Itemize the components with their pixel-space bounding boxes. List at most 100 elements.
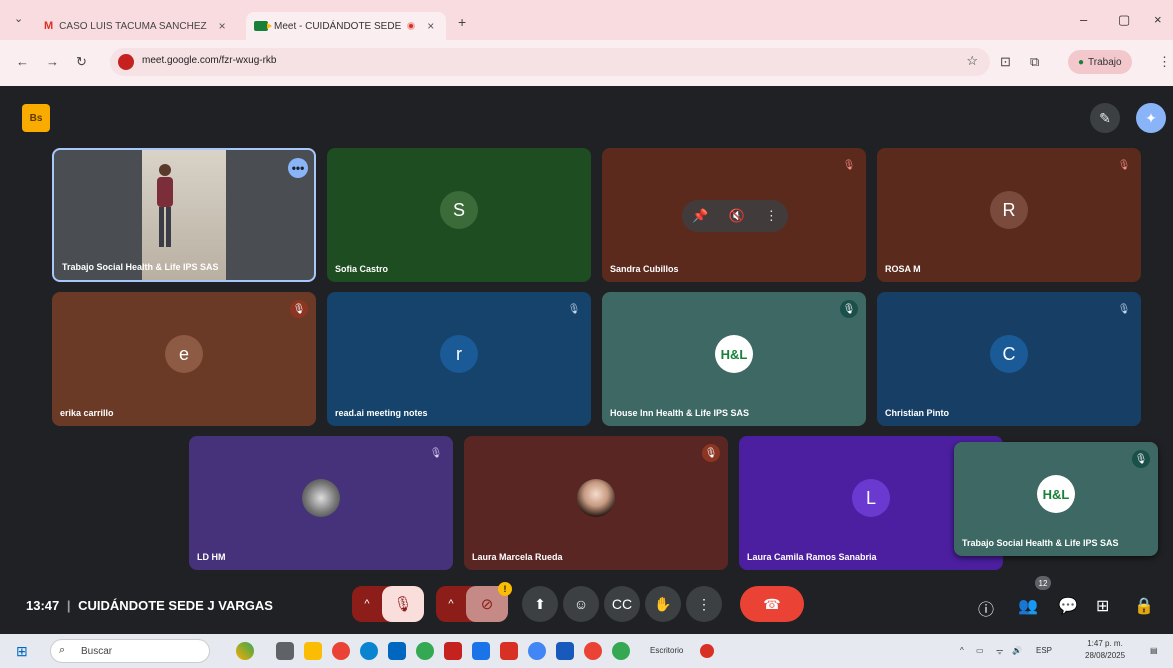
new-tab-button[interactable]: + bbox=[458, 14, 466, 30]
mic-off-icon: 🎙 bbox=[1115, 156, 1133, 174]
more-options-button[interactable]: ⋮ bbox=[686, 586, 722, 622]
notification-app-icon[interactable] bbox=[700, 644, 714, 658]
participant-tile[interactable]: 🎙 r read.ai meeting notes bbox=[327, 292, 591, 426]
participant-name: Trabajo Social Health & Life IPS SAS bbox=[62, 262, 219, 272]
participant-name: Sofia Castro bbox=[335, 264, 389, 274]
back-arrow-icon[interactable]: ← bbox=[16, 54, 29, 69]
avatar: r bbox=[440, 335, 478, 373]
chrome-icon[interactable] bbox=[332, 642, 350, 660]
maximize-button[interactable]: ▢ bbox=[1118, 12, 1130, 28]
reload-icon[interactable]: ↻ bbox=[76, 54, 87, 70]
extensions-icon[interactable]: ⧉ bbox=[1030, 54, 1039, 70]
taskbar-search[interactable]: ⌕ Buscar bbox=[50, 639, 210, 663]
pin-icon[interactable]: 📌 bbox=[692, 208, 708, 224]
video-options-chevron-icon[interactable]: ^ bbox=[436, 586, 466, 622]
store-icon[interactable] bbox=[388, 642, 406, 660]
profile-photo-avatar bbox=[302, 479, 340, 517]
forward-arrow-icon[interactable]: → bbox=[46, 54, 59, 69]
browser-menu-icon[interactable]: ⋮ bbox=[1158, 54, 1171, 70]
present-screen-button[interactable]: ⬆ bbox=[522, 586, 558, 622]
meeting-details-icon[interactable]: ⓘ bbox=[978, 596, 994, 620]
participant-name: LD HM bbox=[197, 552, 226, 562]
participant-tile[interactable]: 🎙 Laura Marcela Rueda bbox=[464, 436, 728, 570]
chrome-icon[interactable] bbox=[584, 642, 602, 660]
chat-icon[interactable]: 💬 bbox=[1058, 596, 1078, 616]
participant-name: Christian Pinto bbox=[885, 408, 950, 418]
minimize-button[interactable]: – bbox=[1080, 12, 1087, 27]
tray-overflow-icon[interactable]: ^ bbox=[960, 646, 964, 655]
activities-icon[interactable]: ⊞ bbox=[1096, 596, 1109, 616]
participant-tile[interactable]: 🎙 e erika carrillo bbox=[52, 292, 316, 426]
app-icon[interactable] bbox=[416, 642, 434, 660]
mic-off-icon: 🎙 bbox=[427, 444, 445, 462]
app-icon[interactable] bbox=[444, 642, 462, 660]
site-info-icon[interactable] bbox=[118, 54, 134, 70]
bookmark-star-icon[interactable]: ☆ bbox=[966, 53, 978, 69]
system-clock[interactable]: 1:47 p. m. 28/08/2025 bbox=[1085, 638, 1125, 662]
tab-label: CASO LUIS TACUMA SANCHEZ bbox=[59, 20, 207, 32]
company-logo-avatar: H&L bbox=[715, 335, 753, 373]
more-options-icon[interactable]: ⋮ bbox=[765, 208, 778, 224]
mic-off-button[interactable]: 🎙 bbox=[382, 586, 424, 622]
search-label: Buscar bbox=[81, 646, 113, 657]
windows-start-icon[interactable]: ⊞ bbox=[16, 643, 28, 660]
tab-list-chevron-icon[interactable]: ⌄ bbox=[14, 12, 23, 25]
company-logo-avatar: H&L bbox=[1037, 475, 1075, 513]
meeting-name: CUIDÁNDOTE SEDE J VARGAS bbox=[78, 598, 273, 613]
tab-close-button[interactable]: × bbox=[427, 19, 434, 33]
notifications-icon[interactable]: ▤ bbox=[1150, 646, 1158, 655]
participant-tile[interactable]: 🎙 C Christian Pinto bbox=[877, 292, 1141, 426]
camera-warning-badge: ! bbox=[498, 582, 512, 596]
chrome-profile-icon[interactable] bbox=[528, 642, 546, 660]
tab-close-button[interactable]: × bbox=[219, 19, 226, 33]
people-icon[interactable]: 👥 bbox=[1018, 596, 1038, 616]
browser-toolbar: ← → ↻ meet.google.com/fzr-wxug-rkb ☆ ⊡ ⧉… bbox=[0, 40, 1173, 86]
app-icon[interactable] bbox=[472, 642, 490, 660]
emoji-reactions-button[interactable]: ☺ bbox=[563, 586, 599, 622]
participant-tile[interactable]: 🎙 H&L House Inn Health & Life IPS SAS bbox=[602, 292, 866, 426]
mute-participant-icon[interactable]: 🔇 bbox=[728, 208, 744, 224]
widgets-icon[interactable] bbox=[236, 642, 254, 660]
self-view-tile[interactable]: 🎙 H&L Trabajo Social Health & Life IPS S… bbox=[954, 442, 1158, 556]
profile-label: Trabajo bbox=[1088, 56, 1122, 68]
browser-tab-strip: ⌄ M CASO LUIS TACUMA SANCHEZ × Meet - CU… bbox=[0, 0, 1173, 40]
meeting-info: 13:47 | CUIDÁNDOTE SEDE J VARGAS bbox=[26, 598, 273, 613]
language-indicator[interactable]: ESP bbox=[1036, 646, 1052, 655]
avatar: S bbox=[440, 191, 478, 229]
cast-icon[interactable]: ⊡ bbox=[1000, 54, 1011, 70]
host-controls-icon[interactable]: 🔒 bbox=[1134, 596, 1154, 616]
tab-gmail[interactable]: M CASO LUIS TACUMA SANCHEZ × bbox=[36, 12, 246, 40]
edge-icon[interactable] bbox=[360, 642, 378, 660]
raise-hand-button[interactable]: ✋ bbox=[645, 586, 681, 622]
participant-tile[interactable]: 🎙 LD HM bbox=[189, 436, 453, 570]
participant-tile[interactable]: S Sofia Castro bbox=[327, 148, 591, 282]
mic-icon: 🎙 bbox=[840, 300, 858, 318]
word-icon[interactable] bbox=[556, 642, 574, 660]
audio-options-chevron-icon[interactable]: ^ bbox=[352, 586, 382, 622]
recording-icon bbox=[407, 22, 416, 30]
leave-call-button[interactable]: ☎ bbox=[740, 586, 804, 622]
participant-tile[interactable]: 🎙 📌 🔇 ⋮ Sandra Cubillos bbox=[602, 148, 866, 282]
pencil-icon[interactable]: ✎ bbox=[1090, 103, 1120, 133]
profile-chip[interactable]: ● Trabajo bbox=[1068, 50, 1132, 74]
close-window-button[interactable]: × bbox=[1154, 12, 1162, 27]
chrome-icon[interactable] bbox=[612, 642, 630, 660]
address-bar[interactable]: meet.google.com/fzr-wxug-rkb ☆ bbox=[110, 48, 990, 76]
gemini-icon[interactable]: ✦ bbox=[1136, 103, 1166, 133]
participant-name: Sandra Cubillos bbox=[610, 264, 679, 274]
youtube-icon[interactable] bbox=[500, 642, 518, 660]
captions-button[interactable]: CC bbox=[604, 586, 640, 622]
desktop-label[interactable]: Escritorio bbox=[650, 646, 683, 655]
mic-off-icon: 🎙 bbox=[1115, 300, 1133, 318]
file-explorer-icon[interactable] bbox=[304, 642, 322, 660]
network-icon: ᯤ bbox=[996, 647, 1004, 656]
meet-icon bbox=[254, 21, 272, 31]
tile-more-options-icon[interactable]: ••• bbox=[288, 158, 308, 178]
participant-tile[interactable]: ••• Trabajo Social Health & Life IPS SAS bbox=[52, 148, 316, 282]
volume-icon: 🔊 bbox=[1012, 646, 1022, 655]
task-view-icon[interactable] bbox=[276, 642, 294, 660]
tab-meet[interactable]: Meet - CUIDÁNDOTE SEDE × bbox=[246, 12, 446, 40]
participant-name: Trabajo Social Health & Life IPS SAS bbox=[962, 538, 1119, 548]
participant-tile[interactable]: 🎙 R ROSA M bbox=[877, 148, 1141, 282]
clock-date: 28/08/2025 bbox=[1085, 651, 1126, 660]
